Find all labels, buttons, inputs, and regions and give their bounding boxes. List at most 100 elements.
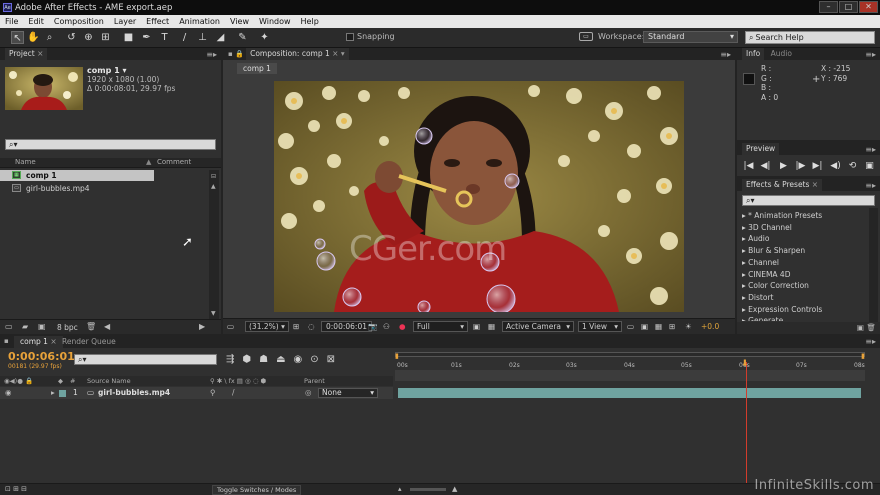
workspace-icon[interactable]: ▭ [579,32,593,41]
effect-category-blur-sharpen[interactable]: ▸ Blur & Sharpen [737,245,805,257]
transparency-grid-icon[interactable]: ▦ [488,322,495,331]
mask-icon[interactable]: ◌ [308,322,315,331]
timeline-search-input[interactable]: ⌕▾ [74,354,217,365]
scroll-left-icon[interactable]: ◀ [104,322,110,331]
toggle-switches-modes-button[interactable]: Toggle Switches / Modes [212,485,302,495]
time-ruler[interactable]: ▮ ▮ 00s 01s 02s 03s 04s 05s 06s 07s 08s [395,352,865,382]
tab-audio[interactable]: Audio [771,49,792,58]
shy-layers-icon[interactable]: ☗ [259,354,268,365]
panel-menu-icon[interactable]: ≡▸ [865,180,876,192]
tab-preview[interactable]: Preview [742,143,780,155]
parent-select[interactable]: None ▾ [318,388,378,398]
shy-switch-icon[interactable]: ⚲ [210,387,216,399]
audio-button[interactable]: ◀) [830,161,841,172]
search-help-field[interactable]: ⌕ Search Help [745,31,875,44]
time-navigator[interactable] [395,370,865,381]
tab-effects-presets[interactable]: Effects & Presets × [742,179,823,191]
menu-edit[interactable]: Edit [23,17,49,26]
next-frame-button[interactable]: |▶ [795,161,806,172]
layer-duration-bar[interactable] [398,388,861,398]
tab-project[interactable]: Project × [5,48,48,60]
work-area-end-icon[interactable]: ▮ [861,352,865,360]
project-item-comp[interactable]: ▦ comp 1 [0,170,154,181]
hand-tool-icon[interactable]: ✋ [27,31,40,44]
interpret-footage-icon[interactable]: ▭ [5,322,13,331]
project-search-input[interactable]: ⌕▾ [5,139,216,150]
menu-file[interactable]: File [0,17,23,26]
effect-category-color-correction[interactable]: ▸ Color Correction [737,280,809,292]
new-preset-icon[interactable]: ▣ [857,323,864,332]
column-comment[interactable]: Comment [157,158,191,166]
column-name[interactable]: Name [15,158,36,166]
timeline-icon[interactable]: ▦ [655,322,662,331]
effects-scrollbar[interactable] [869,208,878,322]
play-button[interactable]: ▶ [778,161,789,172]
bpc-label[interactable]: 8 bpc [57,323,78,332]
zoom-out-icon[interactable]: ▴ [398,485,402,493]
type-tool-icon[interactable]: T [158,31,171,44]
quality-switch-icon[interactable]: / [232,387,235,399]
zoom-in-icon[interactable]: ▲ [452,485,457,493]
menu-view[interactable]: View [225,17,254,26]
previous-frame-button[interactable]: ◀| [760,161,771,172]
comp-info-name[interactable]: comp 1 ▾ [87,66,126,75]
panel-menu-icon[interactable]: ≡▸ [720,49,731,61]
snapping-checkbox[interactable] [346,33,354,41]
layer-row[interactable]: ◉ ▸ 1 ▭ girl-bubbles.mp4 ⚲ / ◎ None ▾ [0,387,393,399]
first-frame-button[interactable]: |◀ [743,161,754,172]
camera-tool-icon[interactable]: ⊕ [82,31,95,44]
flowchart-icon[interactable]: ⊞ [669,322,675,331]
effect-category-distort[interactable]: ▸ Distort [737,292,773,304]
project-item-footage[interactable]: ▭ girl-bubbles.mp4 [0,183,221,194]
resolution-select[interactable]: Full ▾ [413,321,468,332]
panel-menu-icon[interactable]: ≡▸ [865,49,876,61]
menu-animation[interactable]: Animation [174,17,225,26]
new-folder-icon[interactable]: ▰ [22,322,28,331]
brush-tool-icon[interactable]: / [178,31,191,44]
tab-info[interactable]: Info [742,48,765,60]
close-button[interactable]: ✕ [859,1,878,13]
playhead-line[interactable] [746,362,747,484]
tab-render-queue[interactable]: Render Queue [62,336,116,348]
always-preview-icon[interactable]: ▭ [227,322,234,331]
eraser-tool-icon[interactable]: ◢ [214,31,227,44]
rotate-tool-icon[interactable]: ↺ [65,31,78,44]
exposure-value[interactable]: +0.0 [701,322,719,331]
magnification-select[interactable]: (31.2%) ▾ [245,321,289,332]
views-select[interactable]: 1 View ▾ [578,321,622,332]
menu-help[interactable]: Help [296,17,324,26]
composition-viewer[interactable]: CGer.com [274,81,684,312]
tab-composition[interactable]: Composition: comp 1 × ▾ [246,48,349,60]
clone-stamp-tool-icon[interactable]: ⊥ [196,31,209,44]
pickwhip-icon[interactable]: ◎ [305,387,312,399]
brainstorm-icon[interactable]: ⊠ [327,354,335,365]
render-icon[interactable]: ▪ [4,337,9,345]
effect-category-animation-presets[interactable]: ▸ * Animation Presets [737,210,822,222]
motion-blur-icon[interactable]: ◉ [294,354,303,365]
effect-category-audio[interactable]: ▸ Audio [737,233,769,245]
expand-arrow-icon[interactable]: ▸ [51,387,55,399]
panel-menu-icon[interactable]: ≡▸ [865,337,876,346]
pan-behind-tool-icon[interactable]: ⊞ [99,31,112,44]
menu-composition[interactable]: Composition [49,17,109,26]
effect-category-3d-channel[interactable]: ▸ 3D Channel [737,222,792,234]
column-source-name[interactable]: Source Name [87,376,131,386]
snapshot-icon[interactable]: 📷 [368,322,377,331]
last-frame-button[interactable]: ▶| [812,161,823,172]
camera-select[interactable]: Active Camera ▾ [502,321,574,332]
playhead-icon[interactable]: ⬇ [741,359,749,369]
work-area-bar[interactable] [395,352,865,357]
work-area-start-icon[interactable]: ▮ [395,352,399,360]
trash-icon[interactable]: 🗑 [866,323,876,332]
current-time-display[interactable]: 0:00:06:01 [321,321,372,332]
show-snapshot-icon[interactable]: ⚇ [383,322,390,331]
selection-tool-icon[interactable]: ↖ [11,31,24,44]
comp-sub-tab[interactable]: comp 1 [237,63,277,74]
scroll-right-icon[interactable]: ▶ [199,322,205,331]
effect-category-channel[interactable]: ▸ Channel [737,257,779,269]
effects-search-input[interactable]: ⌕▾ [742,195,875,206]
menu-layer[interactable]: Layer [109,17,141,26]
roto-brush-tool-icon[interactable]: ✎ [236,31,249,44]
zoom-slider[interactable] [410,488,446,491]
effect-category-generate[interactable]: ▸ Generate [737,315,783,321]
